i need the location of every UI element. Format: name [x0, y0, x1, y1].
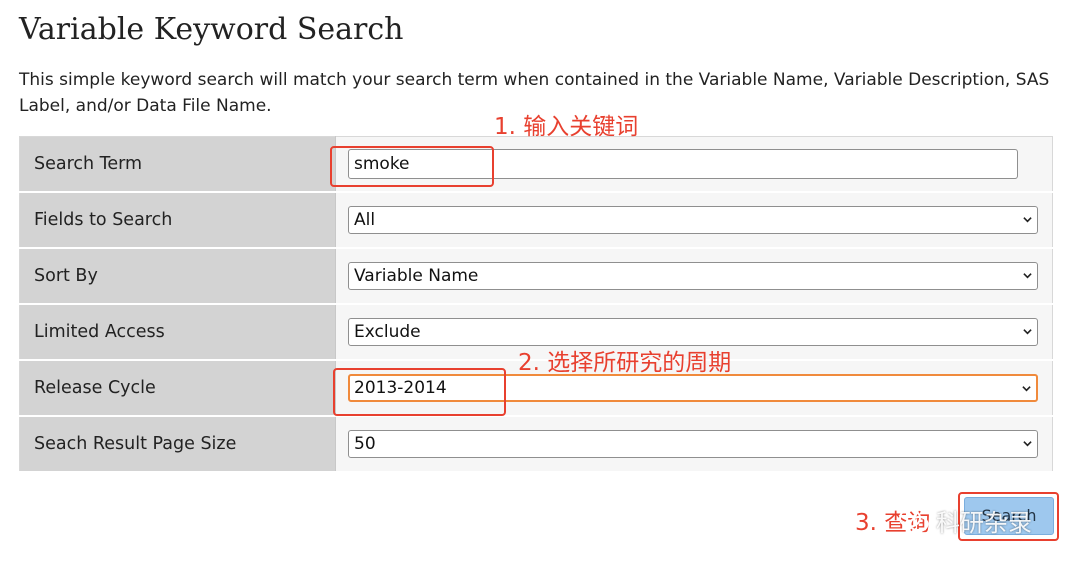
page-size-cell: 50 — [335, 416, 1053, 473]
release-cycle-label: Release Cycle — [19, 360, 336, 417]
fields-to-search-label: Fields to Search — [19, 192, 336, 249]
chevron-down-icon — [1023, 329, 1032, 335]
watermark: 科研杂录 — [898, 503, 1032, 538]
chevron-down-icon — [1023, 273, 1032, 279]
form-row-page-size: Seach Result Page Size 50 — [19, 416, 1053, 473]
page-size-select[interactable]: 50 — [348, 430, 1038, 458]
sort-by-label: Sort By — [19, 248, 336, 305]
page-size-label: Seach Result Page Size — [19, 416, 336, 473]
release-cycle-highlight — [333, 368, 506, 416]
sort-by-value: Variable Name — [354, 266, 479, 286]
annotation-step1: 1. 输入关键词 — [494, 114, 639, 140]
fields-to-search-select[interactable]: All — [348, 206, 1038, 234]
fields-to-search-cell: All — [335, 192, 1053, 249]
chevron-down-icon — [1022, 386, 1031, 392]
search-form-table: Search Term smoke Fields to Search All S… — [19, 136, 1053, 473]
wechat-icon — [899, 508, 929, 532]
sort-by-cell: Variable Name — [335, 248, 1053, 305]
annotation-step2: 2. 选择所研究的周期 — [518, 350, 732, 376]
limited-access-value: Exclude — [354, 322, 421, 342]
limited-access-label: Limited Access — [19, 304, 336, 361]
search-term-highlight — [330, 146, 494, 187]
watermark-text: 科研杂录 — [936, 509, 1032, 537]
chevron-down-icon — [1023, 217, 1032, 223]
page-title: Variable Keyword Search — [19, 12, 404, 47]
fields-to-search-value: All — [354, 210, 376, 230]
chevron-down-icon — [1023, 441, 1032, 447]
sort-by-select[interactable]: Variable Name — [348, 262, 1038, 290]
form-row-search-term: Search Term smoke — [19, 136, 1053, 193]
form-row-fields-to-search: Fields to Search All — [19, 192, 1053, 249]
search-term-label: Search Term — [19, 136, 336, 193]
page-size-value: 50 — [354, 434, 376, 454]
limited-access-select[interactable]: Exclude — [348, 318, 1038, 346]
form-row-sort-by: Sort By Variable Name — [19, 248, 1053, 305]
